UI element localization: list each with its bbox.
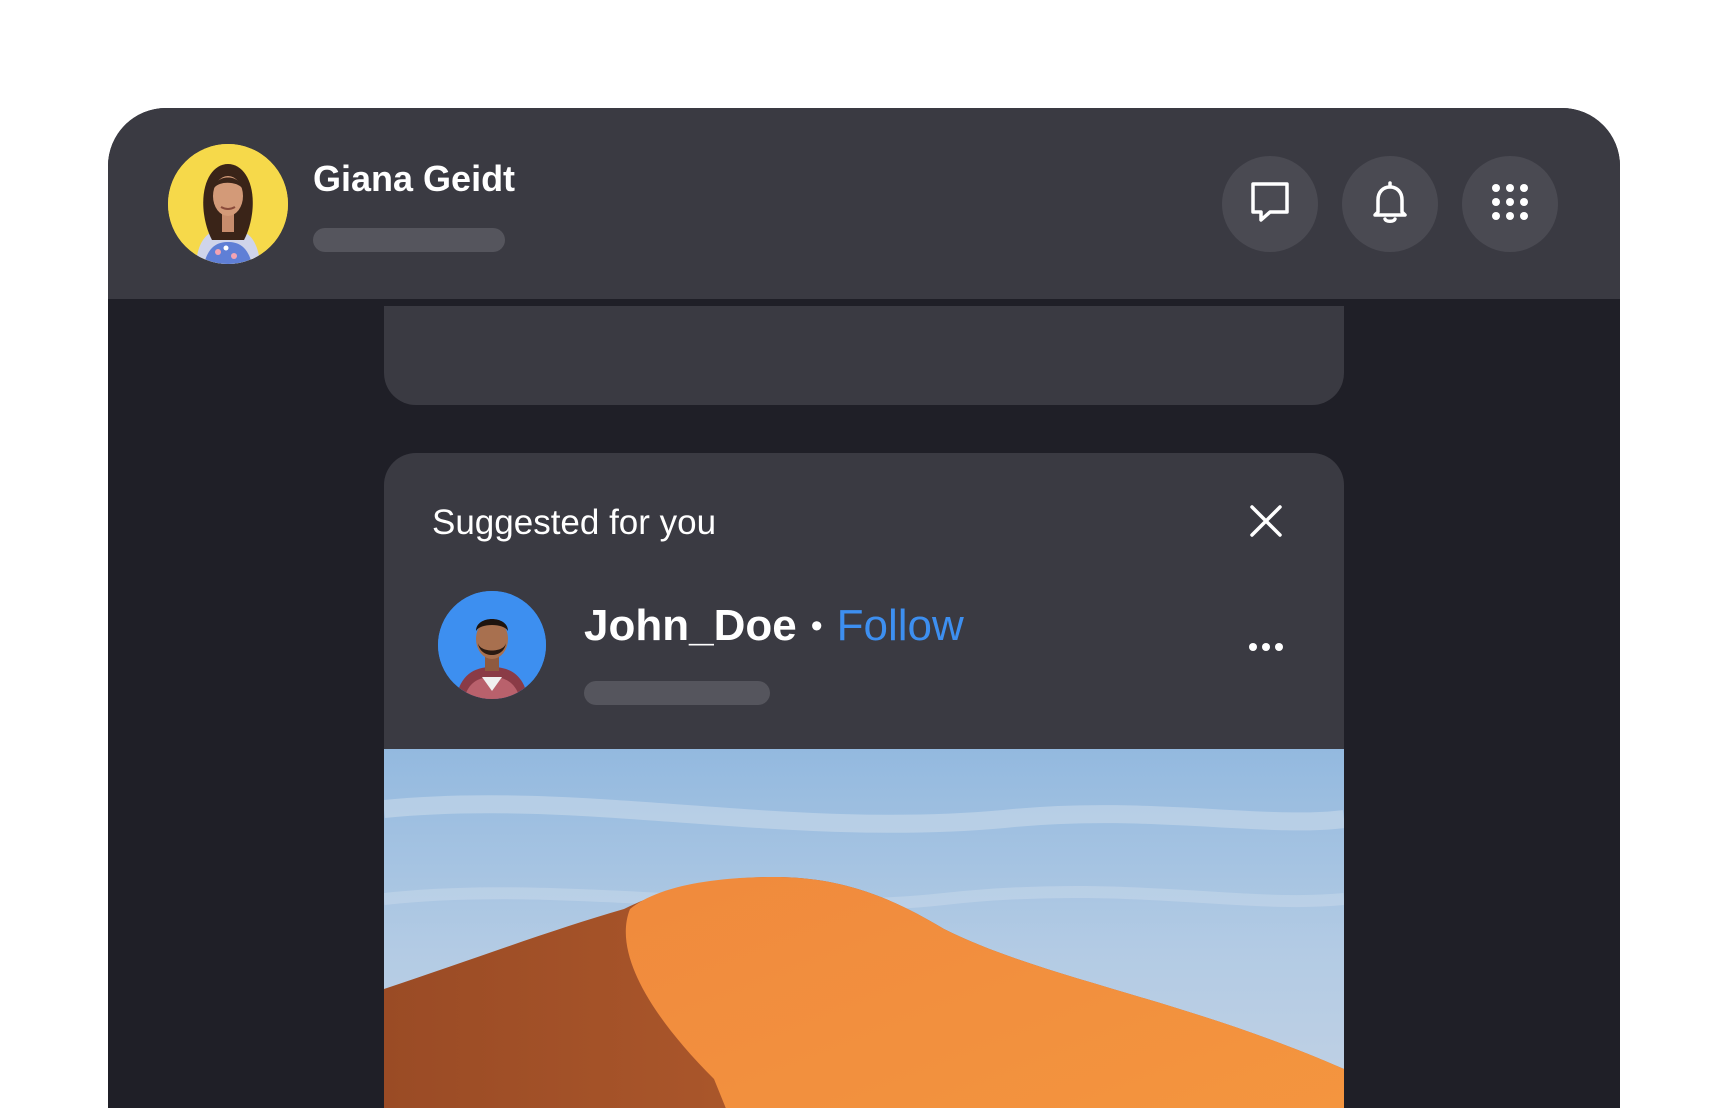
more-options-button[interactable] xyxy=(1246,633,1286,663)
bell-icon xyxy=(1370,180,1410,229)
apps-button[interactable] xyxy=(1462,156,1558,252)
follow-button[interactable]: Follow xyxy=(837,601,964,651)
app-window: Giana Geidt Suggested for you John_Doe •… xyxy=(108,108,1620,1108)
suggested-card: Suggested for you John_Doe • Follow xyxy=(384,453,1344,1108)
suggested-user-name[interactable]: John_Doe xyxy=(584,601,797,651)
user-avatar[interactable] xyxy=(168,144,288,264)
notifications-button[interactable] xyxy=(1342,156,1438,252)
user-subtitle-placeholder xyxy=(313,228,505,252)
apps-grid-icon xyxy=(1490,182,1530,227)
close-suggestion-button[interactable] xyxy=(1246,503,1286,543)
close-icon xyxy=(1249,504,1283,543)
more-options-icon xyxy=(1248,639,1284,657)
desert-dune-photo[interactable] xyxy=(384,749,1344,1108)
suggested-title: Suggested for you xyxy=(432,503,717,542)
messages-button[interactable] xyxy=(1222,156,1318,252)
user-name: Giana Geidt xyxy=(313,158,516,199)
previous-post-card xyxy=(384,306,1344,405)
suggested-user-subtitle-placeholder xyxy=(584,681,770,705)
separator-dot: • xyxy=(810,606,823,645)
suggested-user-avatar[interactable] xyxy=(438,591,546,699)
suggested-user-line: John_Doe • Follow xyxy=(584,601,964,651)
top-header: Giana Geidt xyxy=(108,108,1620,299)
message-icon xyxy=(1248,180,1292,229)
